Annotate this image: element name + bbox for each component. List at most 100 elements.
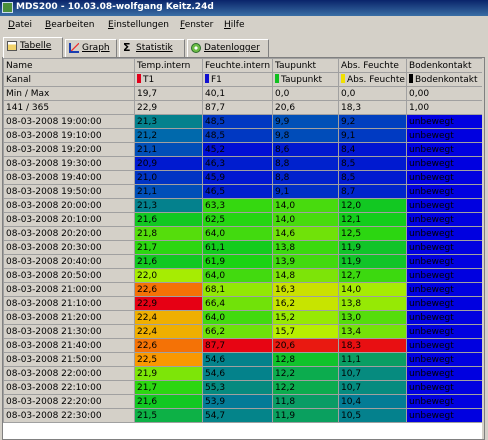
column-header: Abs. Feuchte [338,58,407,73]
time-cell: 08-03-2008 19:30:00 [3,156,135,171]
max-value: 22,9 [134,100,203,115]
tab-statistik[interactable]: Σ Statistik [119,39,185,57]
menu-datei[interactable]: Datei [8,20,32,30]
abs-humidity-cell: 18,3 [338,338,407,353]
channel-color-swatch [205,73,209,83]
table-row[interactable]: 08-03-2008 19:00:00 21,3 48,5 9,9 9,2 unbeweg… [3,114,484,129]
time-cell: 08-03-2008 21:40:00 [3,338,135,353]
humidity-cell: 68,1 [202,282,273,297]
dewpoint-cell: 11,9 [272,408,339,423]
humidity-cell: 48,5 [202,114,273,129]
contact-cell: unbewegt [406,380,484,395]
table-row[interactable]: 08-03-2008 21:40:00 22,6 87,7 20,6 18,3 unbew… [3,338,484,353]
channel-row[interactable]: Kanal T1 F1 Taupunkt Abs. Feuchte Bodenkontak… [3,72,484,87]
menu-einstellungen[interactable]: Einstellungen [108,20,169,30]
table-row[interactable]: 08-03-2008 22:30:00 21,5 54,7 11,9 10,5 unbew… [3,408,484,423]
menu-hilfe[interactable]: Hilfe [224,20,245,30]
tab-graph[interactable]: Graph [65,39,117,57]
dewpoint-cell: 20,6 [272,338,339,353]
dewpoint-cell: 14,8 [272,268,339,283]
time-cell: 08-03-2008 21:00:00 [3,282,135,297]
table-row[interactable]: 08-03-2008 20:40:00 21,6 61,9 13,9 11,9 unbew… [3,254,484,269]
contact-cell: unbewegt [406,324,484,339]
row-label: Min / Max [3,86,135,101]
temp-cell: 21,1 [134,142,203,157]
logger-icon [191,43,201,53]
tab-datenlogger[interactable]: Datenlogger [187,39,269,57]
table-row[interactable]: 08-03-2008 21:50:00 22,5 54,6 12,8 11,1 unbew… [3,352,484,367]
table-row[interactable]: 08-03-2008 19:10:00 21,2 48,5 9,8 9,1 unbeweg… [3,128,484,143]
channel-color-swatch [409,73,413,83]
abs-humidity-cell: 8,7 [338,184,407,199]
column-header: Temp.intern [134,58,203,73]
dewpoint-cell: 12,8 [272,352,339,367]
channel-cell: T1 [134,72,203,87]
dewpoint-cell: 12,2 [272,380,339,395]
menu-fenster[interactable]: Fenster [180,20,213,30]
temp-cell: 21,0 [134,170,203,185]
humidity-cell: 66,4 [202,296,273,311]
humidity-cell: 54,6 [202,352,273,367]
channel-label: Abs. Feuchte [347,74,405,85]
table-row[interactable]: 08-03-2008 19:40:00 21,0 45,9 8,8 8,5 unbeweg… [3,170,484,185]
abs-humidity-cell: 12,0 [338,198,407,213]
table-row[interactable]: 08-03-2008 19:30:00 20,9 46,3 8,8 8,5 unbeweg… [3,156,484,171]
table-row[interactable]: 08-03-2008 22:20:00 21,6 53,9 11,8 10,4 unbew… [3,394,484,409]
contact-cell: unbewegt [406,156,484,171]
abs-humidity-cell: 13,8 [338,296,407,311]
table-row[interactable]: 08-03-2008 22:00:00 21,9 54,6 12,2 10,7 unbew… [3,366,484,381]
table-row[interactable]: 08-03-2008 21:30:00 22,4 66,2 15,7 13,4 unbew… [3,324,484,339]
humidity-cell: 62,5 [202,212,273,227]
header-row[interactable]: Name Temp.intern Feuchte.intern Taupunkt Abs… [3,58,484,73]
minmax-row[interactable]: Min / Max 19,7 40,1 0,0 0,0 0,00 [3,86,484,101]
dewpoint-cell: 8,8 [272,156,339,171]
temp-cell: 22,4 [134,310,203,325]
table-row[interactable]: 08-03-2008 21:00:00 22,6 68,1 16,3 14,0 unbew… [3,282,484,297]
channel-label: T1 [143,74,155,85]
table-row[interactable]: 08-03-2008 19:50:00 21,1 46,5 9,1 8,7 unbeweg… [3,184,484,199]
column-header: Taupunkt [272,58,339,73]
window-title: MDS200 - 10.03.08-wolfgang Keitz.24d [16,2,214,12]
humidity-cell: 87,7 [202,338,273,353]
table-row[interactable]: 08-03-2008 21:20:00 22,4 64,0 15,2 13,0 unbew… [3,310,484,325]
abs-humidity-cell: 9,1 [338,128,407,143]
table-row[interactable]: 08-03-2008 20:10:00 21,6 62,5 14,0 12,1 unbew… [3,212,484,227]
contact-cell: unbewegt [406,352,484,367]
time-cell: 08-03-2008 21:20:00 [3,310,135,325]
menu-bearbeiten[interactable]: Bearbeiten [45,20,94,30]
table-row[interactable]: 08-03-2008 20:30:00 21,7 61,1 13,8 11,9 unbew… [3,240,484,255]
abs-humidity-cell: 11,9 [338,240,407,255]
tab-bar: Tabelle Graph Σ Statistik Datenlogger [0,36,488,58]
time-cell: 08-03-2008 20:20:00 [3,226,135,241]
abs-humidity-cell: 10,5 [338,408,407,423]
contact-cell: unbewegt [406,296,484,311]
tab-tabelle[interactable]: Tabelle [3,37,63,58]
temp-cell: 22,4 [134,324,203,339]
channel-cell: Abs. Feuchte [338,72,407,87]
tab-label: Datenlogger [204,43,260,53]
dewpoint-cell: 11,8 [272,394,339,409]
vertical-scrollbar[interactable] [482,58,484,439]
time-cell: 08-03-2008 21:30:00 [3,324,135,339]
table-row[interactable]: 08-03-2008 20:20:00 21,8 64,0 14,6 12,5 unbew… [3,226,484,241]
abs-humidity-cell: 11,1 [338,352,407,367]
table-row[interactable]: 08-03-2008 21:10:00 22,9 66,4 16,2 13,8 unbew… [3,296,484,311]
abs-humidity-cell: 8,5 [338,170,407,185]
contact-cell: unbewegt [406,338,484,353]
tab-label: Graph [82,43,110,53]
temp-cell: 20,9 [134,156,203,171]
humidity-cell: 63,3 [202,198,273,213]
time-cell: 08-03-2008 20:50:00 [3,268,135,283]
table-row[interactable]: 08-03-2008 20:00:00 21,3 63,3 14,0 12,0 unbew… [3,198,484,213]
abs-humidity-cell: 13,0 [338,310,407,325]
table-row[interactable]: 08-03-2008 20:50:00 22,0 64,0 14,8 12,7 unbew… [3,268,484,283]
table-row[interactable]: 08-03-2008 19:20:00 21,1 45,2 8,6 8,4 unbeweg… [3,142,484,157]
count-row[interactable]: 141 / 365 22,9 87,7 20,6 18,3 1,00 [3,100,484,115]
abs-humidity-cell: 10,4 [338,394,407,409]
table-row[interactable]: 08-03-2008 22:10:00 21,7 55,3 12,2 10,7 unbew… [3,380,484,395]
abs-humidity-cell: 12,7 [338,268,407,283]
dewpoint-cell: 8,8 [272,170,339,185]
channel-label: Bodenkontakt [415,74,478,85]
contact-cell: unbewegt [406,114,484,129]
contact-cell: unbewegt [406,254,484,269]
